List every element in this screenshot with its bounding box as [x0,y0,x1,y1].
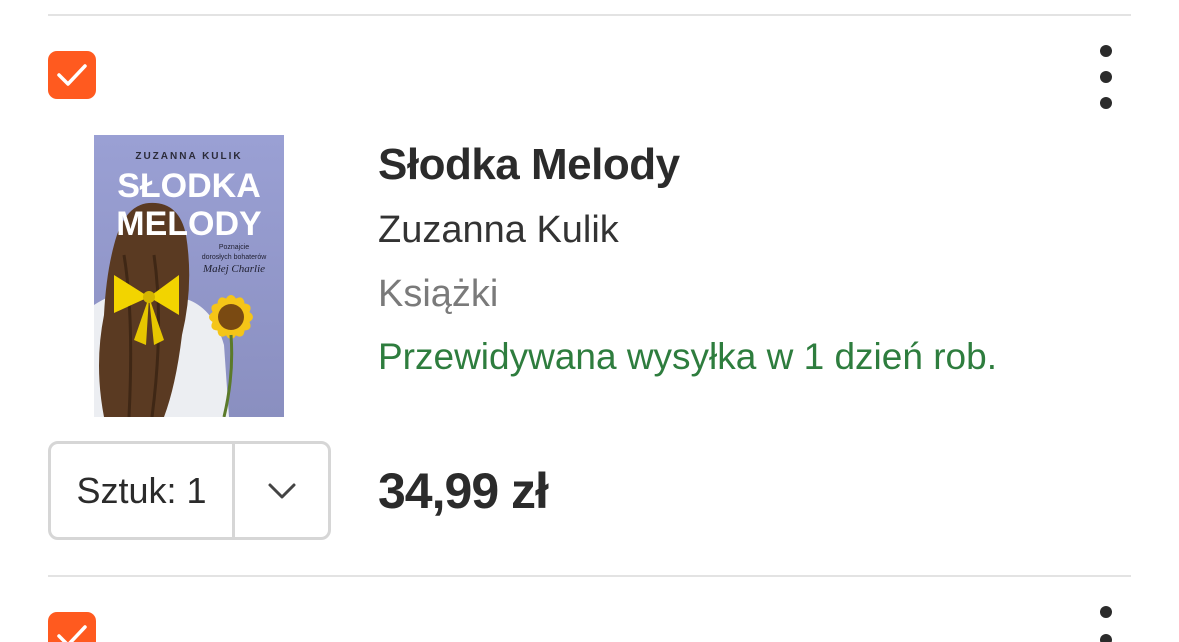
quantity-label: Sztuk: 1 [51,444,235,537]
product-title[interactable]: Słodka Melody [378,140,680,190]
item-divider [48,14,1131,16]
item-divider [48,575,1131,577]
more-vertical-icon [1100,606,1112,618]
product-category: Książki [378,273,499,315]
product-author: Zuzanna Kulik [378,209,619,251]
more-vertical-icon [1100,45,1112,57]
more-vertical-icon-dot [1100,71,1112,83]
item-select-checkbox[interactable] [48,51,96,99]
cover-tagline-line1: Poznajcie [219,244,249,251]
shipping-estimate: Przewidywana wysyłka w 1 dzień rob. [378,336,997,377]
quantity-dropdown-toggle[interactable] [235,444,328,537]
more-vertical-icon-dot [1100,97,1112,109]
more-vertical-icon-dot [1100,634,1112,642]
quantity-select[interactable]: Sztuk: 1 [48,441,331,540]
check-icon [57,64,87,86]
cover-tagline-line2: dorosłych bohaterów [202,254,268,261]
item-select-checkbox[interactable] [48,612,96,642]
check-icon [57,625,87,642]
cover-author-text: ZUZANNA KULIK [135,151,242,162]
product-price: 34,99 zł [378,463,549,519]
more-options-button[interactable] [1088,45,1124,109]
book-cover-image[interactable]: ZUZANNA KULIK SŁODKA MELODY Poznajcie do… [94,135,284,417]
chevron-down-icon [268,483,295,498]
more-options-button[interactable] [1088,606,1124,642]
cover-title-line2: MELODY [116,205,262,243]
cover-tagline-line3: Małej Charlie [202,263,265,275]
cover-title-line1: SŁODKA [117,167,261,205]
